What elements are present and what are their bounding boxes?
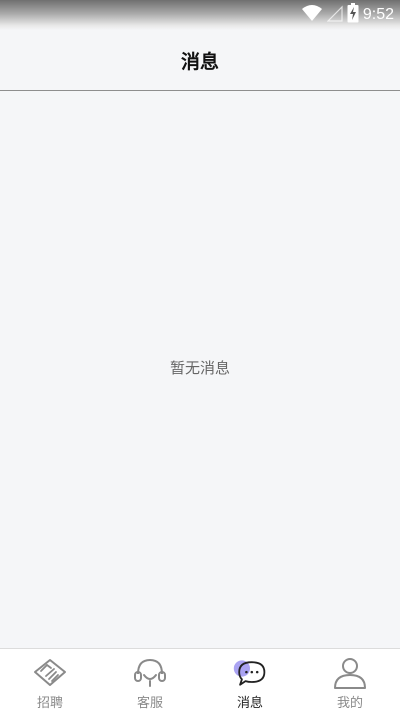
tab-label-messages: 消息 — [236, 696, 263, 710]
empty-state-text: 暂无消息 — [169, 359, 230, 377]
person-icon — [332, 655, 368, 690]
message-list-empty-state: 暂无消息 — [0, 91, 400, 648]
tab-recruitment[interactable]: 招聘 — [0, 649, 100, 710]
battery-charging-icon — [347, 3, 359, 27]
chat-bubble-icon — [232, 655, 268, 690]
status-bar: 9:52 — [0, 0, 400, 30]
tab-customer-service[interactable]: 客服 — [100, 649, 200, 710]
tab-label-profile: 我的 — [336, 696, 363, 710]
status-icons: 9:52 — [301, 3, 394, 27]
headset-icon — [132, 655, 168, 690]
wifi-icon — [301, 4, 323, 26]
tab-messages[interactable]: 消息 — [200, 649, 300, 710]
tab-profile[interactable]: 我的 — [300, 649, 400, 710]
tab-label-recruitment: 招聘 — [36, 696, 63, 710]
tab-label-customer-service: 客服 — [136, 696, 163, 710]
app-screen: 9:52 消息 暂无消息 招聘 客服 消息 我的 — [0, 0, 400, 710]
signal-icon — [326, 4, 343, 26]
title-bar: 消息 — [0, 30, 400, 91]
handshake-icon — [32, 655, 68, 690]
status-time: 9:52 — [362, 6, 394, 23]
page-title: 消息 — [180, 50, 219, 73]
bottom-tab-bar: 招聘 客服 消息 我的 — [0, 648, 400, 710]
